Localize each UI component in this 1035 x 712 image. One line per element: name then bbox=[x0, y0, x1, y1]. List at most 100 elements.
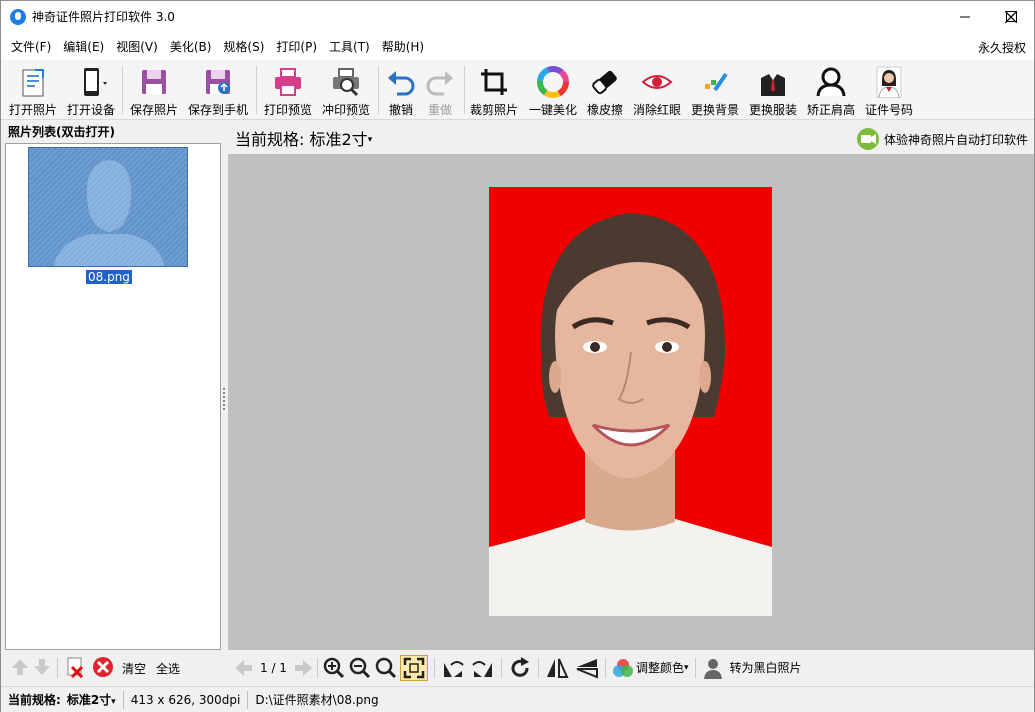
save-photo-button[interactable]: 保存照片 bbox=[128, 60, 180, 118]
status-spec-selector[interactable]: 标准2寸▾ bbox=[67, 691, 116, 708]
move-up-button[interactable] bbox=[11, 657, 29, 680]
magnifier-icon bbox=[375, 657, 397, 678]
menu-file[interactable]: 文件(F) bbox=[5, 38, 57, 55]
undo-button[interactable]: 撤销 bbox=[383, 60, 419, 118]
eraser-button[interactable]: 橡皮擦 bbox=[585, 60, 625, 118]
zoom-in-button[interactable] bbox=[322, 653, 346, 683]
toolbar-separator bbox=[378, 66, 379, 114]
person-icon bbox=[703, 658, 722, 679]
save-to-phone-button[interactable]: 保存到手机 bbox=[186, 60, 250, 118]
beautify-label: 一键美化 bbox=[528, 103, 577, 117]
id-photo-canvas[interactable] bbox=[489, 187, 772, 616]
photo-list[interactable]: 08.png bbox=[5, 143, 221, 650]
select-all-button[interactable]: 全选 bbox=[156, 660, 180, 677]
flip-vertical-button[interactable] bbox=[575, 653, 599, 683]
menu-edit[interactable]: 编辑(E) bbox=[57, 38, 110, 55]
fit-window-button[interactable] bbox=[399, 654, 428, 681]
preview-header: 当前规格: 标准2寸▾ 体验神奇照片自动打印软件 bbox=[228, 122, 1034, 154]
menu-tools[interactable]: 工具(T) bbox=[323, 38, 376, 55]
menu-spec[interactable]: 规格(S) bbox=[217, 38, 270, 55]
dropdown-arrow-icon: ▾ bbox=[367, 135, 373, 145]
beautify-button[interactable]: 一键美化 bbox=[527, 60, 579, 118]
photo-list-title: 照片列表(双击打开) bbox=[8, 125, 115, 139]
menu-view[interactable]: 视图(V) bbox=[110, 38, 164, 55]
zoom-out-icon bbox=[349, 657, 371, 678]
promo-text: 体验神奇照片自动打印软件 bbox=[883, 132, 1028, 147]
title-bar: 神奇证件照片打印软件 3.0 bbox=[1, 1, 1034, 32]
save-to-phone-icon bbox=[200, 64, 236, 100]
rotate-left-button[interactable] bbox=[441, 653, 465, 683]
red-eye-button[interactable]: 消除红眼 bbox=[631, 60, 683, 118]
separator bbox=[604, 657, 606, 678]
redo-button[interactable]: 重做 bbox=[422, 60, 458, 118]
develop-preview-label: 冲印预览 bbox=[321, 103, 370, 117]
correct-shoulder-button[interactable]: 矫正肩高 bbox=[805, 60, 857, 118]
arrow-left-icon bbox=[235, 659, 252, 676]
to-bw-button[interactable]: 转为黑白照片 bbox=[702, 653, 802, 683]
change-clothes-button[interactable]: 更换服装 bbox=[747, 60, 799, 118]
close-button[interactable] bbox=[988, 1, 1034, 32]
color-wheel-icon bbox=[535, 64, 571, 100]
paint-brush-icon bbox=[697, 64, 733, 100]
crop-button[interactable]: 裁剪照片 bbox=[468, 60, 520, 118]
rotate-button[interactable] bbox=[508, 653, 532, 683]
zoom-actual-button[interactable] bbox=[374, 653, 398, 683]
next-page-button[interactable] bbox=[293, 653, 313, 683]
undo-icon bbox=[383, 64, 419, 100]
close-icon bbox=[1005, 10, 1017, 23]
photo-list-panel: 照片列表(双击打开) 08.png 清空 全选 bbox=[3, 122, 221, 685]
spec-value: 标准2寸 bbox=[309, 130, 368, 149]
thumbnail-portrait-image bbox=[29, 148, 187, 266]
open-photo-button[interactable]: 打开照片 bbox=[7, 60, 59, 118]
rotate-right-icon bbox=[472, 660, 492, 677]
move-down-button[interactable] bbox=[33, 657, 51, 680]
minimize-button[interactable] bbox=[942, 1, 988, 32]
prev-page-button[interactable] bbox=[234, 653, 254, 683]
print-preview-button[interactable]: 打印预览 bbox=[262, 60, 314, 118]
clear-button[interactable]: 清空 bbox=[122, 660, 146, 677]
app-icon bbox=[10, 8, 26, 25]
promo-link[interactable]: 体验神奇照片自动打印软件 bbox=[856, 127, 1028, 151]
photo-thumbnail[interactable] bbox=[28, 147, 188, 267]
window-title: 神奇证件照片打印软件 3.0 bbox=[32, 10, 175, 24]
correct-shoulder-label: 矫正肩高 bbox=[806, 103, 855, 117]
zoom-out-button[interactable] bbox=[348, 653, 372, 683]
toolbar-separator bbox=[464, 66, 465, 114]
arrow-up-icon bbox=[12, 658, 28, 675]
flip-horizontal-button[interactable] bbox=[545, 653, 569, 683]
portrait-image bbox=[489, 187, 772, 616]
separator bbox=[122, 690, 124, 709]
status-file-path: D:\证件照素材\08.png bbox=[255, 693, 379, 707]
arrow-right-icon bbox=[294, 659, 312, 676]
status-bar: 当前规格: 标准2寸▾ 413 x 626, 300dpi D:\证件照素材\0… bbox=[1, 686, 1034, 712]
thumbnail-filename[interactable]: 08.png bbox=[86, 270, 132, 284]
adjust-color-button[interactable]: 调整颜色 ▾ bbox=[612, 653, 689, 683]
save-to-phone-label: 保存到手机 bbox=[187, 103, 248, 117]
phone-icon bbox=[73, 64, 109, 100]
flip-horizontal-icon bbox=[546, 658, 569, 678]
remove-photo-button[interactable] bbox=[64, 656, 86, 681]
toolbar-separator bbox=[122, 66, 123, 114]
id-portrait-icon bbox=[871, 64, 907, 100]
open-device-button[interactable]: 打开设备 bbox=[65, 60, 117, 118]
app-window: 神奇证件照片打印软件 3.0 文件(F) 编辑(E) 视图(V) 美化(B) 规… bbox=[0, 0, 1035, 712]
menu-beautify[interactable]: 美化(B) bbox=[164, 38, 218, 55]
develop-preview-button[interactable]: 冲印预览 bbox=[320, 60, 372, 118]
change-bg-button[interactable]: 更换背景 bbox=[689, 60, 741, 118]
rotate-right-button[interactable] bbox=[471, 653, 495, 683]
dropdown-arrow-icon: ▾ bbox=[683, 662, 689, 673]
open-photo-label: 打开照片 bbox=[8, 103, 57, 117]
clear-list-button[interactable] bbox=[92, 656, 114, 681]
separator bbox=[316, 657, 318, 678]
menu-print[interactable]: 打印(P) bbox=[270, 38, 323, 55]
camera-promo-icon bbox=[856, 128, 879, 150]
id-number-button[interactable]: 证件号码 bbox=[863, 60, 915, 118]
menu-help[interactable]: 帮助(H) bbox=[376, 38, 430, 55]
current-spec-selector[interactable]: 当前规格: 标准2寸▾ bbox=[235, 126, 372, 150]
license-label[interactable]: 永久授权 bbox=[978, 39, 1026, 56]
panel-splitter[interactable] bbox=[221, 122, 227, 685]
print-preview-label: 打印预览 bbox=[263, 103, 312, 117]
separator bbox=[500, 657, 502, 678]
separator bbox=[537, 657, 539, 678]
toolbar-separator bbox=[256, 66, 257, 114]
